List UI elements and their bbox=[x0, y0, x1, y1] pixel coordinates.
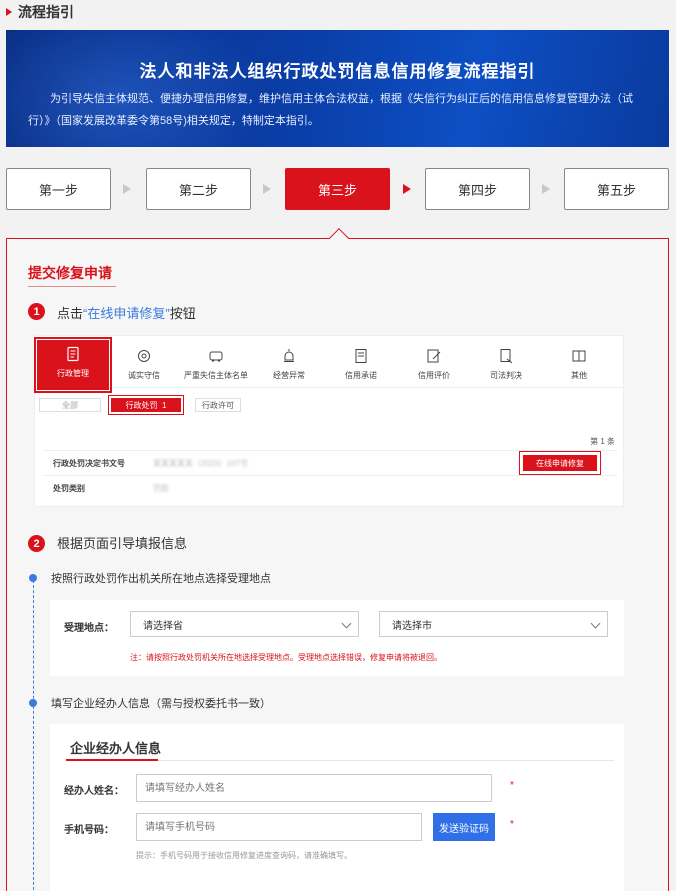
step-1-tab[interactable]: 第一步 bbox=[6, 168, 111, 210]
triangle-icon bbox=[6, 8, 12, 16]
section-title: 流程指引 bbox=[18, 4, 74, 20]
tab-admin-management[interactable]: 行政管理 bbox=[34, 337, 112, 393]
record-table: 行政处罚决定书文号 某某某某某（2023）107号 在线申请修复 处罚类别 罚款 bbox=[43, 450, 617, 500]
location-instruction: 按照行政处罚作出机关所在地点选择受理地点 bbox=[51, 573, 271, 585]
step-navigation: 第一步 第二步 第三步 第四步 第五步 bbox=[6, 168, 669, 210]
agent-name-input[interactable] bbox=[136, 774, 492, 802]
document-icon bbox=[67, 346, 79, 362]
timeline-dot bbox=[29, 699, 37, 707]
arrow-right-icon bbox=[403, 184, 411, 194]
edit-icon bbox=[427, 349, 441, 363]
step-number-badge: 1 bbox=[28, 303, 45, 320]
book-icon bbox=[572, 350, 586, 362]
step-content-panel: 提交修复申请 1 点击“在线申请修复”按钮 行政管理 诚实守信 严重失信主体名单… bbox=[6, 228, 669, 891]
phone-hint: 提示：手机号码用于接收信用修复进度查询码，请准确填写。 bbox=[136, 851, 352, 860]
section-header: 流程指引 bbox=[6, 2, 74, 22]
step1-instruction: 点击“在线申请修复”按钮 bbox=[57, 306, 196, 321]
subtab-all[interactable]: 全部 bbox=[39, 398, 101, 412]
agent-name-label: 经办人姓名： bbox=[64, 786, 124, 797]
location-note: 注：请按照行政处罚机关所在地选择受理地点。受理地点选择错误，修复申请将被退回。 bbox=[130, 653, 442, 662]
banner-title: 法人和非法人组织行政处罚信息信用修复流程指引 bbox=[139, 62, 536, 81]
content-title: 提交修复申请 bbox=[28, 265, 116, 287]
tab-honesty[interactable]: 诚实守信 bbox=[108, 342, 180, 388]
table-row: 处罚类别 罚款 bbox=[43, 475, 617, 500]
timeline-dot bbox=[29, 574, 37, 582]
agent-panel-title: 企业经办人信息 bbox=[70, 741, 162, 756]
example-screenshot: 行政管理 诚实守信 严重失信主体名单 经营异常 信用承诺 信用评价 司法判决 其… bbox=[34, 335, 625, 507]
alarm-icon bbox=[284, 349, 294, 362]
subtab-permit[interactable]: 行政许可 bbox=[195, 398, 241, 412]
step-5-tab[interactable]: 第五步 bbox=[564, 168, 669, 210]
tab-blacklist[interactable]: 严重失信主体名单 bbox=[180, 342, 252, 388]
arrow-right-icon bbox=[263, 184, 271, 194]
online-repair-button[interactable]: 在线申请修复 bbox=[519, 451, 601, 475]
step-2-tab[interactable]: 第二步 bbox=[146, 168, 251, 210]
phone-label: 手机号码： bbox=[64, 825, 114, 836]
tab-credit-commitment[interactable]: 信用承诺 bbox=[325, 342, 397, 388]
location-label: 受理地点： bbox=[64, 623, 114, 634]
tab-other[interactable]: 其他 bbox=[543, 342, 615, 388]
timeline-line bbox=[33, 575, 34, 891]
chevron-down-icon bbox=[341, 618, 352, 629]
tab-business-anomaly[interactable]: 经营异常 bbox=[253, 342, 325, 388]
gavel-doc-icon bbox=[500, 349, 513, 364]
step-4-tab[interactable]: 第四步 bbox=[425, 168, 530, 210]
required-mark: * bbox=[510, 819, 514, 830]
file-icon bbox=[355, 349, 367, 363]
tab-judicial[interactable]: 司法判决 bbox=[470, 342, 542, 388]
car-icon bbox=[209, 351, 223, 362]
province-select[interactable]: 请选择省 bbox=[130, 611, 359, 637]
step-number-badge: 2 bbox=[28, 535, 45, 552]
subtab-penalty[interactable]: 行政处罚 1 bbox=[108, 395, 184, 415]
step2-instruction: 根据页面引导填报信息 bbox=[57, 536, 188, 551]
banner-description: 为引导失信主体规范、便捷办理信用修复，维护信用主体合法权益，根据《失信行为纠正后… bbox=[28, 93, 633, 127]
city-select[interactable]: 请选择市 bbox=[379, 611, 608, 637]
agent-instruction: 填写企业经办人信息（需与授权委托书一致） bbox=[51, 698, 271, 710]
required-mark: * bbox=[510, 780, 514, 791]
send-code-button[interactable]: 发送验证码 bbox=[433, 813, 495, 841]
chevron-down-icon bbox=[590, 618, 601, 629]
phone-input[interactable] bbox=[136, 813, 422, 841]
medal-icon bbox=[138, 350, 150, 362]
arrow-right-icon bbox=[542, 184, 550, 194]
location-form: 受理地点： 请选择省 请选择市 注：请按照行政处罚机关所在地选择受理地点。受理地… bbox=[50, 600, 624, 676]
arrow-right-icon bbox=[123, 184, 131, 194]
record-count: 第 1 条 bbox=[590, 437, 615, 446]
step-3-tab[interactable]: 第三步 bbox=[285, 168, 390, 210]
guide-banner: 法人和非法人组织行政处罚信息信用修复流程指引 为引导失信主体规范、便捷办理信用修… bbox=[6, 30, 669, 147]
agent-form: 企业经办人信息 经办人姓名： * 手机号码： 发送验证码 * 提示：手机号码用于… bbox=[50, 724, 624, 891]
table-row: 行政处罚决定书文号 某某某某某（2023）107号 在线申请修复 bbox=[43, 450, 617, 475]
tab-credit-evaluation[interactable]: 信用评价 bbox=[398, 342, 470, 388]
